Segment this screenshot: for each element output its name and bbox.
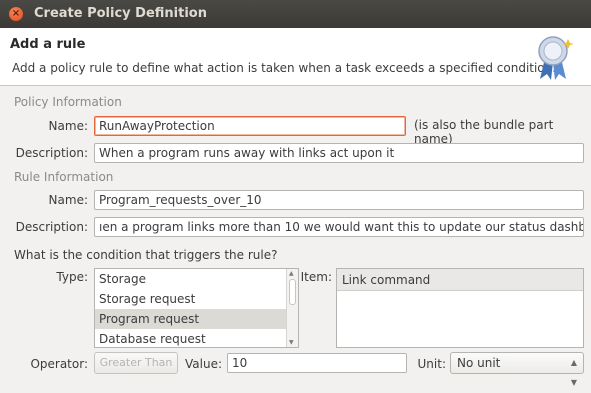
policy-description-label: Description:: [15, 146, 88, 160]
type-option-program-request[interactable]: Program request: [95, 309, 298, 329]
type-option-storage-request[interactable]: Storage request: [95, 289, 298, 309]
policy-name-hint: (is also the bundle part name): [414, 118, 554, 146]
rule-information-section-label: Rule Information: [14, 170, 114, 184]
scroll-down-icon[interactable]: ▼: [289, 339, 294, 346]
page-description: Add a policy rule to define what action …: [12, 61, 557, 75]
ribbon-badge-icon: [538, 36, 574, 80]
updown-arrows-icon: ▲ ▼: [570, 358, 577, 387]
item-list-panel[interactable]: Link command: [336, 268, 584, 348]
unit-select[interactable]: No unit ▲ ▼: [450, 352, 584, 387]
close-window-button[interactable]: ×: [9, 7, 23, 21]
operator-button[interactable]: Greater Than: [94, 352, 178, 374]
close-icon: ×: [11, 8, 21, 19]
type-listbox[interactable]: Storage Storage request Program request …: [94, 268, 299, 348]
type-option-storage[interactable]: Storage: [95, 269, 298, 289]
policy-information-section-label: Policy Information: [14, 95, 122, 109]
window-title: Create Policy Definition: [34, 6, 207, 21]
policy-name-label: Name:: [48, 119, 88, 133]
condition-question: What is the condition that triggers the …: [14, 248, 278, 262]
item-label: Item:: [300, 270, 332, 284]
rule-description-label: Description:: [15, 220, 88, 234]
type-option-database-request[interactable]: Database request: [95, 329, 298, 347]
type-label: Type:: [56, 270, 88, 284]
window-titlebar: × Create Policy Definition: [0, 0, 591, 28]
rule-name-input[interactable]: Program_requests_over_10: [94, 190, 584, 210]
page-title: Add a rule: [10, 37, 86, 52]
value-input[interactable]: 10: [227, 353, 407, 373]
scroll-thumb[interactable]: [289, 279, 296, 305]
item-column-header[interactable]: Link command: [337, 269, 583, 291]
policy-description-input[interactable]: When a program runs away with links act …: [94, 143, 584, 163]
type-list-scrollbar[interactable]: ▲ ▼: [286, 269, 298, 347]
unit-label: Unit:: [417, 357, 446, 371]
rule-name-label: Name:: [48, 193, 88, 207]
unit-select-value: No unit: [457, 356, 501, 370]
wizard-header: Add a rule Add a policy rule to define w…: [0, 28, 591, 86]
rule-description-input[interactable]: ıen a program links more than 10 we woul…: [94, 217, 584, 237]
scroll-up-icon[interactable]: ▲: [289, 270, 294, 277]
operator-label: Operator:: [30, 357, 88, 371]
policy-name-input[interactable]: RunAwayProtection: [94, 116, 406, 136]
value-label: Value:: [185, 357, 222, 371]
